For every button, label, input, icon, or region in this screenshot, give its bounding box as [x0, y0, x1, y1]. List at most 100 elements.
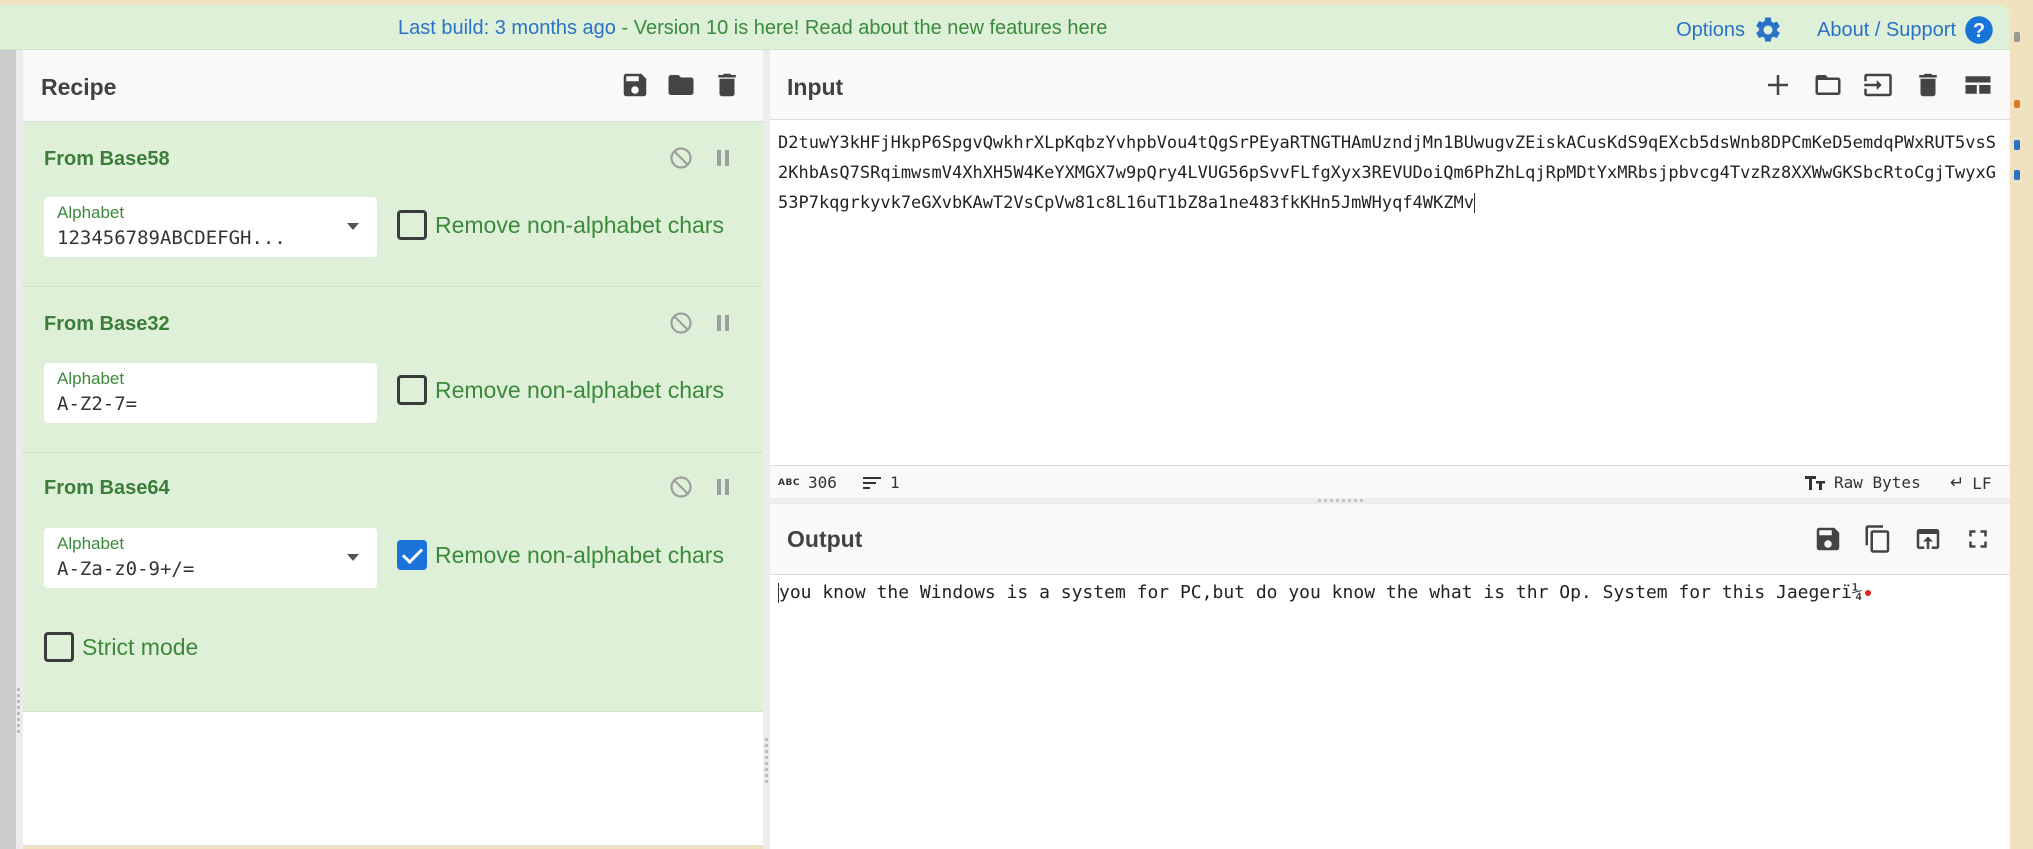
alphabet-select[interactable]: Alphabet A-Za-z0-9+/= — [44, 528, 377, 588]
dropdown-caret-icon[interactable] — [347, 554, 359, 561]
reset-layout-button[interactable] — [1962, 68, 1994, 102]
edge-mark — [2014, 140, 2020, 150]
checkbox-box[interactable] — [44, 632, 74, 662]
add-tab-button[interactable] — [1762, 68, 1794, 102]
options-label: Options — [1676, 18, 1746, 41]
input-text: D2tuwY3kHFjHkpP6SpgvQwkhrXLpKqbzYvhpbVou… — [778, 133, 1996, 213]
left-edge-gutter — [0, 50, 16, 849]
operations-splitter[interactable] — [16, 50, 23, 849]
recipe-title: Recipe — [41, 74, 117, 100]
char-count: 306 — [807, 473, 837, 492]
encoding-selector[interactable]: Raw Bytes — [1804, 473, 1921, 492]
about-label: About / Support — [1817, 18, 1956, 41]
plus-icon — [1768, 75, 1788, 95]
options-button[interactable]: Options — [1676, 15, 1783, 45]
return-arrow-icon: ↵ — [1950, 473, 1965, 493]
save-icon — [623, 73, 647, 97]
input-status-bar: ABC 306 1 Raw Bytes ↵ LF — [770, 465, 2010, 498]
input-textarea[interactable]: D2tuwY3kHFjHkpP6SpgvQwkhrXLpKqbzYvhpbVou… — [778, 128, 2003, 218]
open-folder-button[interactable] — [1862, 68, 1894, 102]
remove-non-alphabet-checkbox[interactable]: Remove non-alphabet chars — [397, 375, 724, 405]
open-file-button[interactable] — [1812, 68, 1844, 102]
top-banner: Last build: 3 months ago - Version 10 is… — [0, 5, 2010, 50]
banner-separator: - — [615, 17, 634, 39]
pause-icon[interactable] — [711, 311, 735, 335]
checkbox-box[interactable] — [397, 375, 427, 405]
maximize-output-button[interactable] — [1962, 522, 1994, 556]
text-cursor — [1473, 193, 1475, 213]
operation-from-base64[interactable]: From Base64 Alphabet A-Za-z0-9+/= Remove… — [23, 453, 763, 712]
layout-icon — [1965, 76, 1991, 94]
char-count-stat: ABC 306 — [778, 473, 837, 492]
edge-mark — [2014, 170, 2020, 180]
replace-input-button[interactable] — [1912, 522, 1944, 556]
maximize-icon — [1969, 530, 1987, 548]
eol-label: LF — [1972, 473, 1992, 493]
right-edge-strip — [2010, 0, 2033, 849]
banner-links: Options About / Support ? — [1676, 15, 1994, 45]
banner-notice[interactable]: Last build: 3 months ago - Version 10 is… — [398, 17, 1107, 40]
encoding-label: Raw Bytes — [1834, 473, 1921, 492]
clear-recipe-button[interactable] — [711, 68, 743, 102]
alphabet-select[interactable]: Alphabet 123456789ABCDEFGH... — [44, 197, 377, 257]
field-label: Alphabet — [57, 369, 125, 388]
copy-output-button[interactable] — [1862, 522, 1894, 556]
edge-mark — [2014, 32, 2020, 42]
save-recipe-button[interactable] — [619, 68, 651, 102]
dropdown-caret-icon[interactable] — [347, 223, 359, 230]
line-count: 1 — [890, 473, 900, 492]
folder-icon — [1815, 75, 1841, 95]
recipe-io-splitter[interactable] — [763, 50, 770, 849]
pause-icon[interactable] — [711, 475, 735, 499]
checkbox-label: Remove non-alphabet chars — [435, 211, 724, 238]
pause-icon[interactable] — [711, 146, 735, 170]
io-panel: Input D2tuwY3kHFjHkpP6SpgvQwkhrXLpKqbzYv… — [770, 50, 2010, 849]
output-title: Output — [787, 526, 863, 552]
trash-icon — [1919, 73, 1937, 97]
field-label: Alphabet — [57, 203, 125, 222]
disable-icon[interactable] — [669, 146, 693, 170]
field-value: A-Za-z0-9+/= — [57, 558, 195, 580]
help-icon: ? — [1965, 16, 1993, 44]
field-label: Alphabet — [57, 534, 125, 553]
remove-non-alphabet-checkbox[interactable]: Remove non-alphabet chars — [397, 210, 724, 240]
field-value: 123456789ABCDEFGH... — [57, 227, 286, 249]
version-link[interactable]: Version 10 is here! Read about the new f… — [634, 17, 1108, 39]
operation-from-base32[interactable]: From Base32 Alphabet A-Z2-7= Remove non-… — [23, 287, 763, 453]
output-textarea[interactable]: you know the Windows is a system for PC,… — [778, 582, 1871, 603]
text-format-icon — [1805, 475, 1825, 490]
recipe-header: Recipe — [23, 50, 763, 122]
gear-icon — [1756, 17, 1780, 42]
strict-mode-checkbox[interactable]: Strict mode — [44, 632, 198, 662]
disable-icon[interactable] — [669, 475, 693, 499]
checkbox-box-checked[interactable] — [397, 540, 427, 570]
abc-icon: ABC — [778, 477, 800, 488]
svg-text:?: ? — [1973, 20, 1985, 42]
input-header: Input — [770, 50, 2010, 120]
eol-selector[interactable]: ↵ LF — [1950, 473, 1992, 493]
operation-title: From Base58 — [44, 148, 170, 170]
operation-from-base58[interactable]: From Base58 Alphabet 123456789ABCDEFGH..… — [23, 122, 763, 287]
about-support-button[interactable]: About / Support ? — [1817, 15, 1994, 45]
folder-icon — [668, 75, 694, 95]
checkbox-label: Remove non-alphabet chars — [435, 541, 724, 568]
remove-non-alphabet-checkbox[interactable]: Remove non-alphabet chars — [397, 540, 724, 570]
field-value: A-Z2-7= — [57, 393, 138, 415]
disable-icon[interactable] — [669, 311, 693, 335]
cyberchef-app: Last build: 3 months ago - Version 10 is… — [0, 0, 2033, 849]
load-recipe-button[interactable] — [665, 68, 697, 102]
trash-icon — [718, 73, 736, 97]
import-icon — [1864, 73, 1892, 97]
special-char-marker — [1864, 590, 1871, 596]
lines-icon — [863, 476, 881, 489]
checkbox-label: Remove non-alphabet chars — [435, 376, 724, 403]
checkbox-label: Strict mode — [82, 633, 199, 660]
save-icon — [1816, 527, 1840, 551]
clear-input-button[interactable] — [1912, 68, 1944, 102]
replace-input-icon — [1916, 529, 1940, 549]
checkbox-box[interactable] — [397, 210, 427, 240]
alphabet-input[interactable]: Alphabet A-Z2-7= — [44, 363, 377, 423]
edge-mark — [2014, 100, 2020, 108]
output-text: you know the Windows is a system for PC,… — [779, 582, 1863, 603]
save-output-button[interactable] — [1812, 522, 1844, 556]
